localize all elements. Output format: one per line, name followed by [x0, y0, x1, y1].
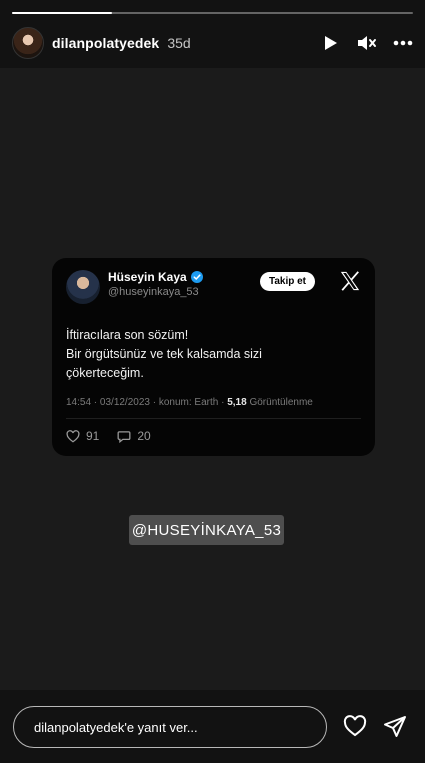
- tweet-views-label: Görüntülenme: [246, 397, 313, 408]
- follow-button[interactable]: Takip et: [259, 272, 315, 291]
- x-logo-icon: [340, 271, 360, 291]
- tweet-author-name: Hüseyin Kaya: [108, 270, 187, 284]
- tweet-text: İftiracılara son sözüm! Bir örgütsünüz v…: [66, 326, 361, 383]
- tweet-author-handle: @huseyinkaya_53: [108, 286, 199, 298]
- reply-input[interactable]: dilanpolatyedek'e yanıt ver...: [13, 706, 327, 748]
- heart-outline-icon: [66, 429, 80, 443]
- story-header: dilanpolatyedek 35d: [12, 26, 413, 60]
- comment-bubble-icon: [117, 430, 131, 443]
- tweet-views-count: 5,18: [227, 397, 247, 408]
- story-progress-fill: [12, 12, 113, 14]
- tweet-text-line: çökerteceğim.: [66, 366, 144, 380]
- username[interactable]: dilanpolatyedek: [52, 35, 159, 51]
- verified-badge-icon: [190, 271, 203, 283]
- tweet-card: Hüseyin Kaya @huseyinkaya_53 Takip et İf…: [52, 258, 375, 456]
- story-age: 35d: [167, 35, 191, 51]
- play-icon[interactable]: [321, 33, 341, 53]
- tweet-reply-count: 20: [137, 429, 151, 443]
- divider: [66, 418, 361, 419]
- tweet-avatar: [66, 270, 100, 304]
- tweet-text-line: Bir örgütsünüz ve tek kalsamda sizi: [66, 347, 262, 361]
- tweet-reply: 20: [117, 429, 151, 443]
- send-icon[interactable]: [383, 715, 407, 739]
- tweet-text-line: İftiracılara son sözüm!: [66, 328, 189, 342]
- story-progress-bar: [12, 12, 413, 14]
- tweet-like-count: 91: [86, 429, 100, 443]
- more-icon[interactable]: [393, 33, 413, 53]
- tweet-like: 91: [66, 429, 99, 443]
- tweet-timestamp: 14:54 · 03/12/2023 · konum: Earth ·: [66, 397, 228, 408]
- story-controls: [321, 33, 413, 53]
- mute-icon[interactable]: [357, 33, 377, 53]
- avatar[interactable]: [12, 27, 44, 59]
- like-heart-icon[interactable]: [343, 715, 367, 739]
- mention-sticker[interactable]: @HUSEYİNKAYA_53: [129, 515, 284, 545]
- tweet-meta: 14:54 · 03/12/2023 · konum: Earth · 5,18…: [66, 397, 361, 408]
